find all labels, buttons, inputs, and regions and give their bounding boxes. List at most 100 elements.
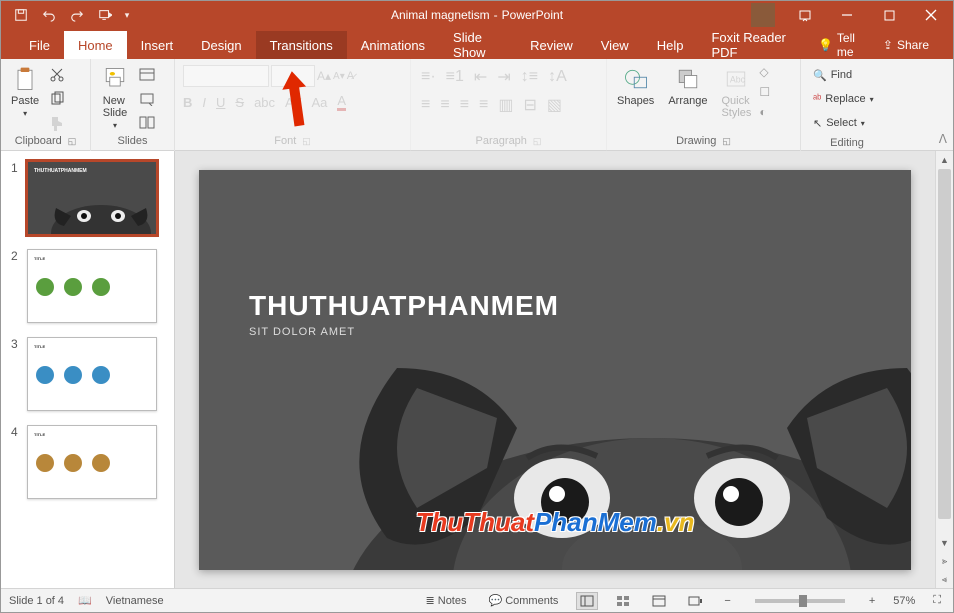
scroll-thumb[interactable] <box>938 169 951 519</box>
strikethrough-icon: S <box>235 95 244 110</box>
tell-me-button[interactable]: 💡Tell me <box>804 31 869 59</box>
ribbon-options-icon[interactable] <box>785 1 825 29</box>
slide-title-text: THUTHUATPHANMEM <box>249 290 559 322</box>
tab-insert[interactable]: Insert <box>127 31 188 59</box>
zoom-level[interactable]: 57% <box>893 595 915 607</box>
minimize-icon[interactable] <box>827 1 867 29</box>
app-name: PowerPoint <box>502 8 563 22</box>
shape-effects-icon: ◐ <box>759 105 770 119</box>
find-button[interactable]: 🔍Find <box>811 65 854 85</box>
tab-home[interactable]: Home <box>64 31 127 59</box>
shadow-icon: abc <box>254 95 275 110</box>
select-icon: ↖ <box>813 117 822 130</box>
tab-design[interactable]: Design <box>187 31 255 59</box>
new-slide-button[interactable]: New Slide▾ <box>95 63 135 132</box>
slide-subtitle-text: SIT DOLOR AMET <box>249 326 355 338</box>
paste-button[interactable]: Paste▾ <box>5 63 45 120</box>
document-name: Animal magnetism <box>391 8 490 22</box>
group-paragraph: ≡· ≡1 ⇤ ⇥ ↕≡ ↕A ≡ ≡ ≡ ≡ ▥ ⊟ ▧ Paragraph◱ <box>411 59 607 151</box>
zoom-out-icon[interactable]: − <box>720 595 734 607</box>
next-slide-icon[interactable]: ⪡ <box>936 570 953 588</box>
replace-icon: ᵃᵇ <box>813 93 821 105</box>
qat-customize-icon[interactable]: ▾ <box>121 3 133 27</box>
tab-foxit[interactable]: Foxit Reader PDF <box>697 31 803 59</box>
justify-icon: ≡ <box>479 96 488 114</box>
paragraph-dialog-launcher: ◱ <box>533 136 542 147</box>
fit-to-window-icon[interactable]: ⛶ <box>929 594 945 607</box>
cut-icon[interactable] <box>47 65 67 85</box>
start-from-beginning-icon[interactable] <box>93 3 117 27</box>
arrange-button[interactable]: Arrange <box>662 63 713 109</box>
maximize-icon[interactable] <box>869 1 909 29</box>
vertical-scrollbar[interactable]: ▲ ▼ ⪢ ⪡ <box>935 151 953 588</box>
bold-icon: B <box>183 95 192 110</box>
sorter-view-icon[interactable] <box>612 592 634 610</box>
quick-access-toolbar: ▾ <box>1 3 133 27</box>
section-icon[interactable] <box>137 113 157 133</box>
bullets-icon: ≡· <box>421 68 436 86</box>
decrease-font-icon: A▾ <box>333 71 345 82</box>
replace-button[interactable]: ᵃᵇReplace ▾ <box>811 89 876 109</box>
tab-help[interactable]: Help <box>643 31 698 59</box>
tab-view[interactable]: View <box>587 31 643 59</box>
thumbnail-4[interactable]: 4 TITLE <box>1 425 174 499</box>
notes-button[interactable]: ≣Notes <box>422 594 471 607</box>
user-avatar[interactable] <box>751 3 775 27</box>
columns-icon: ▥ <box>498 95 513 115</box>
save-icon[interactable] <box>9 3 33 27</box>
watermark-text: ThuThuatPhanMem.vn <box>416 507 695 538</box>
reading-view-icon[interactable] <box>648 592 670 610</box>
tab-review[interactable]: Review <box>516 31 587 59</box>
reset-icon[interactable] <box>137 89 157 109</box>
tab-slide-show[interactable]: Slide Show <box>439 31 516 59</box>
thumbnail-2[interactable]: 2 TITLE <box>1 249 174 323</box>
share-icon: ⇪ <box>883 38 893 52</box>
align-left-icon: ≡ <box>421 96 430 114</box>
group-font: A▴ A▾ A̷ B I U S abc AV Aa A Font◱ <box>175 59 411 151</box>
comments-button[interactable]: 💬Comments <box>485 594 563 607</box>
font-dialog-launcher: ◱ <box>302 136 311 147</box>
underline-icon: U <box>216 95 225 110</box>
scroll-up-icon[interactable]: ▲ <box>936 151 953 169</box>
redo-icon[interactable] <box>65 3 89 27</box>
select-button[interactable]: ↖Select ▾ <box>811 113 867 133</box>
zoom-slider[interactable] <box>755 599 845 603</box>
scroll-down-icon[interactable]: ▼ <box>936 534 953 552</box>
slide-editor[interactable]: THUTHUATPHANMEM SIT DOLOR AMET ThuThuatP… <box>175 151 935 588</box>
shape-fill-icon: ◇ <box>759 65 770 79</box>
tab-transitions[interactable]: Transitions <box>256 31 347 59</box>
spellcheck-icon[interactable]: 📖 <box>78 594 92 607</box>
close-icon[interactable] <box>911 1 951 29</box>
window-title: Animal magnetism - PowerPoint <box>391 8 563 22</box>
layout-icon[interactable] <box>137 65 157 85</box>
tab-animations[interactable]: Animations <box>347 31 439 59</box>
workspace: 1 THUTHUATPHANMEM 2 TITLE 3 TITLE 4 TITL… <box>1 151 953 588</box>
slideshow-view-icon[interactable] <box>684 592 706 610</box>
shapes-button[interactable]: Shapes <box>611 63 660 109</box>
zoom-in-icon[interactable]: + <box>865 595 879 607</box>
line-spacing-icon: ↕≡ <box>521 68 538 86</box>
comments-icon: 💬 <box>489 594 503 607</box>
format-painter-icon <box>47 113 67 133</box>
clear-formatting-icon: A̷ <box>347 70 354 82</box>
indent-left-icon: ⇤ <box>474 67 487 87</box>
copy-icon[interactable] <box>47 89 67 109</box>
thumbnail-3[interactable]: 3 TITLE <box>1 337 174 411</box>
drawing-dialog-launcher[interactable]: ◱ <box>722 136 731 147</box>
share-button[interactable]: ⇪Share <box>869 31 943 59</box>
tab-file[interactable]: File <box>15 31 64 59</box>
clipboard-dialog-launcher[interactable]: ◱ <box>68 136 77 147</box>
slide-counter[interactable]: Slide 1 of 4 <box>9 595 64 607</box>
thumbnail-1[interactable]: 1 THUTHUATPHANMEM <box>1 161 174 235</box>
collapse-ribbon-icon[interactable]: ᐱ <box>939 132 947 146</box>
font-family-combo <box>183 65 269 87</box>
prev-slide-icon[interactable]: ⪢ <box>936 552 953 570</box>
undo-icon[interactable] <box>37 3 61 27</box>
smartart-icon: ▧ <box>547 95 562 115</box>
align-text-icon: ⊟ <box>524 95 537 115</box>
language-status[interactable]: Vietnamese <box>106 595 164 607</box>
slide-thumbnails-panel: 1 THUTHUATPHANMEM 2 TITLE 3 TITLE 4 TITL… <box>1 151 175 588</box>
italic-icon: I <box>202 95 206 110</box>
normal-view-icon[interactable] <box>576 592 598 610</box>
ribbon: Paste▾ Clipboard◱ New Slide▾ Slides <box>1 59 953 151</box>
